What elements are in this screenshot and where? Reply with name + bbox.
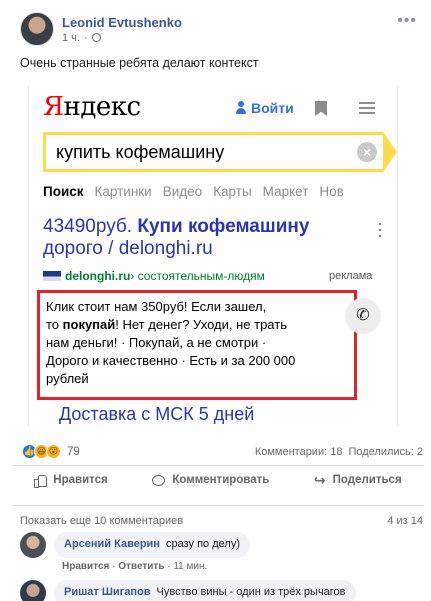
comment-text: Чувство вины - один из трёх рычагов: [156, 586, 346, 598]
ad-url: delonghi.ru › состоятельным-людям: [43, 269, 265, 283]
globe-icon: [91, 33, 101, 42]
like-button[interactable]: Нравится: [34, 474, 108, 488]
ad-price: 43490руб.: [43, 216, 133, 237]
tab-news: Нов: [319, 184, 344, 199]
clear-icon: ×: [357, 142, 377, 162]
post-actions: Нравится Комментировать ↪ Поделиться: [12, 472, 424, 488]
comment-icon: [152, 474, 166, 486]
shares-count[interactable]: Поделились: 2: [348, 446, 423, 458]
divider: [12, 465, 424, 466]
post-image[interactable]: Яндекс Войти купить кофемашину × Поиск К…: [28, 86, 398, 426]
comment-bubble: Арсений Каверин сразу по делу): [54, 532, 250, 558]
meta-separator: ·: [83, 31, 88, 44]
ad-body-line-5: рублей: [46, 371, 89, 386]
comment-button-label: Комментировать: [172, 474, 270, 486]
comments-counter: 4 из 14: [387, 515, 423, 527]
ad-body-line-1: Клик стоит нам 350руб! Если зашел,: [46, 299, 267, 314]
commenter-name[interactable]: Ришат Шигапов: [64, 586, 150, 598]
tab-images: Картинки: [94, 184, 152, 199]
reactions-summary[interactable]: 👍 😆 😮 79: [22, 444, 80, 459]
more-options-icon[interactable]: •••: [397, 12, 417, 30]
reaction-count[interactable]: 79: [67, 446, 80, 458]
author-avatar[interactable]: [20, 12, 54, 46]
search-query: купить кофемашину: [56, 141, 225, 162]
comment-like-link[interactable]: Нравится: [62, 561, 109, 572]
ad-title-line2: дорого / delonghi.ru: [43, 238, 213, 259]
ad-body-line-2: то покупай! Нет денег? Уходи, не трать: [46, 317, 287, 332]
comment-reply-link[interactable]: Ответить: [118, 561, 164, 572]
tab-video: Видео: [162, 184, 203, 199]
menu-icon: [359, 102, 375, 114]
ad-label: реклама: [329, 270, 373, 282]
comment-item: Арсений Каверин сразу по делу): [20, 532, 250, 558]
ad-body-highlight: Клик стоит нам 350руб! Если зашел, то по…: [37, 290, 357, 400]
comment-text: сразу по делу): [166, 538, 240, 550]
yandex-logo: Яндекс: [43, 92, 141, 122]
share-button[interactable]: ↪ Поделиться: [313, 472, 402, 488]
ad-body-line-3: нам деньги! · Покупай, а не смотри ·: [46, 335, 267, 350]
search-box: купить кофемашину ×: [43, 132, 397, 172]
ad-domain: delonghi.ru: [65, 269, 131, 283]
post-meta: 1 ч. ·: [62, 32, 182, 44]
commenter-avatar[interactable]: [20, 580, 46, 601]
comment-time[interactable]: 11 мин.: [173, 561, 207, 572]
wow-reaction-icon: 😮: [46, 444, 61, 459]
search-tabs: Поиск Картинки Видео Карты Маркет Нов: [43, 184, 344, 199]
ad-sitelink-delivery: Доставка с МСК 5 дней: [59, 404, 255, 424]
author-name[interactable]: Leonid Evtushenko: [62, 15, 182, 30]
commenter-name[interactable]: Арсений Каверин: [64, 538, 160, 550]
site-favicon-icon: [43, 271, 61, 281]
tab-search: Поиск: [43, 184, 84, 199]
post-time[interactable]: 1 ч.: [62, 32, 80, 44]
author-block: Leonid Evtushenko 1 ч. ·: [62, 15, 182, 44]
like-button-label: Нравится: [53, 474, 108, 486]
commenter-avatar[interactable]: [20, 532, 46, 558]
share-icon: ↪: [313, 472, 326, 488]
post-header: Leonid Evtushenko 1 ч. ·: [20, 12, 182, 46]
post-text: Очень странные ребята делают контекст: [20, 56, 259, 70]
comment-bubble: Ришат Шигапов Чувство вины - один из трё…: [54, 580, 356, 601]
tab-maps: Карты: [213, 184, 252, 199]
more-vertical-icon: · · ·: [377, 213, 383, 245]
show-more-comments-link[interactable]: Показать ещё 10 комментариев: [20, 515, 183, 527]
ad-title: 43490руб. Купи кофемашину дорого / delon…: [43, 216, 363, 260]
ad-headline: Купи кофемашину: [137, 216, 310, 237]
login-label: Войти: [251, 100, 294, 116]
comment-button[interactable]: Комментировать: [152, 474, 269, 486]
bookmark-icon: [315, 101, 327, 116]
ad-breadcrumb: › состоятельным-людям: [130, 269, 265, 283]
divider: [12, 505, 424, 506]
comments-count[interactable]: Комментарии: 18: [255, 446, 343, 458]
phone-icon: ✆: [345, 298, 381, 334]
user-icon: [235, 101, 247, 115]
tab-market: Маркет: [262, 184, 309, 199]
comment-item: Ришат Шигапов Чувство вины - один из трё…: [20, 580, 356, 601]
ad-body-line-4: Дорого и качественно · Есть и за 200 000: [46, 353, 296, 368]
thumbs-up-icon: [34, 474, 48, 488]
comment-actions: Нравится · Ответить · 11 мин.: [62, 561, 208, 572]
share-button-label: Поделиться: [332, 474, 402, 486]
post-stats: Комментарии: 18 Поделились: 2: [255, 446, 423, 458]
login-link: Войти: [235, 100, 294, 116]
